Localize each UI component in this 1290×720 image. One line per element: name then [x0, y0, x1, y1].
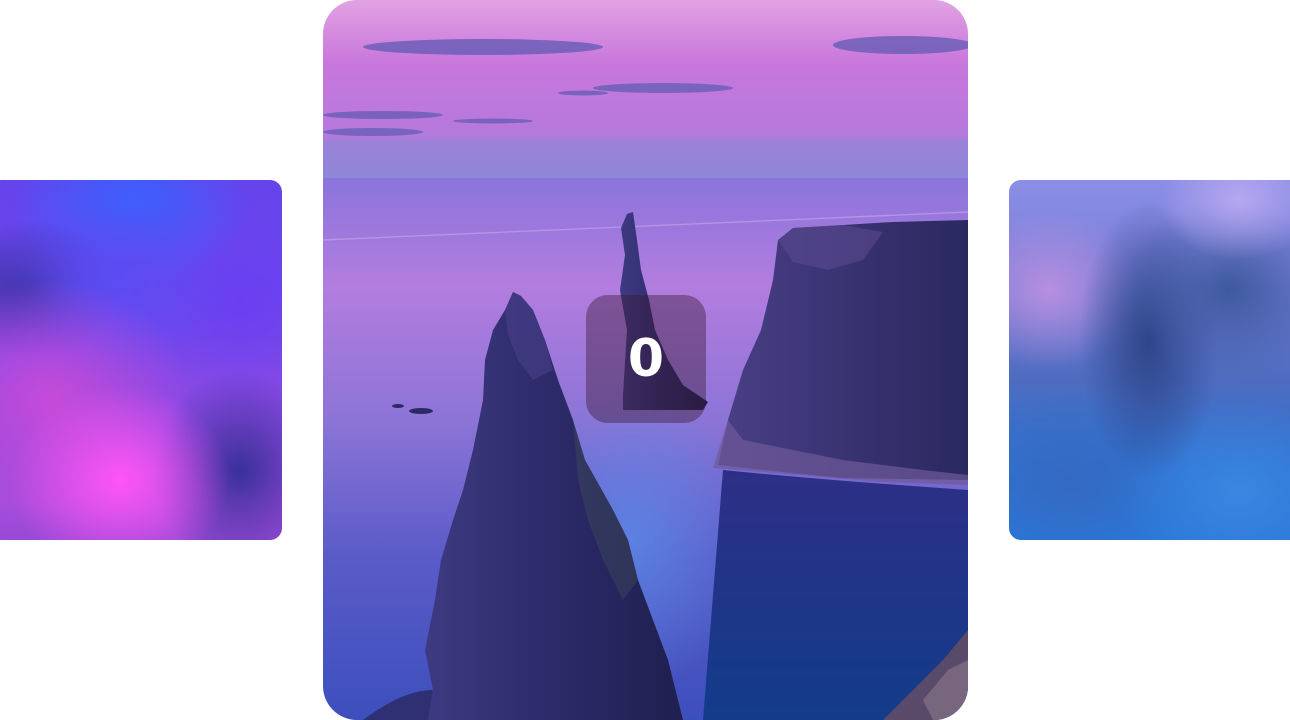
carousel-slide-next[interactable]	[1009, 180, 1290, 540]
slide-index-label: 0	[627, 329, 665, 389]
carousel-slide-previous[interactable]	[0, 180, 282, 540]
carousel-stage: 0	[0, 0, 1290, 720]
slide-index-badge: 0	[586, 295, 706, 423]
carousel-slide-current[interactable]: 0	[323, 0, 968, 720]
